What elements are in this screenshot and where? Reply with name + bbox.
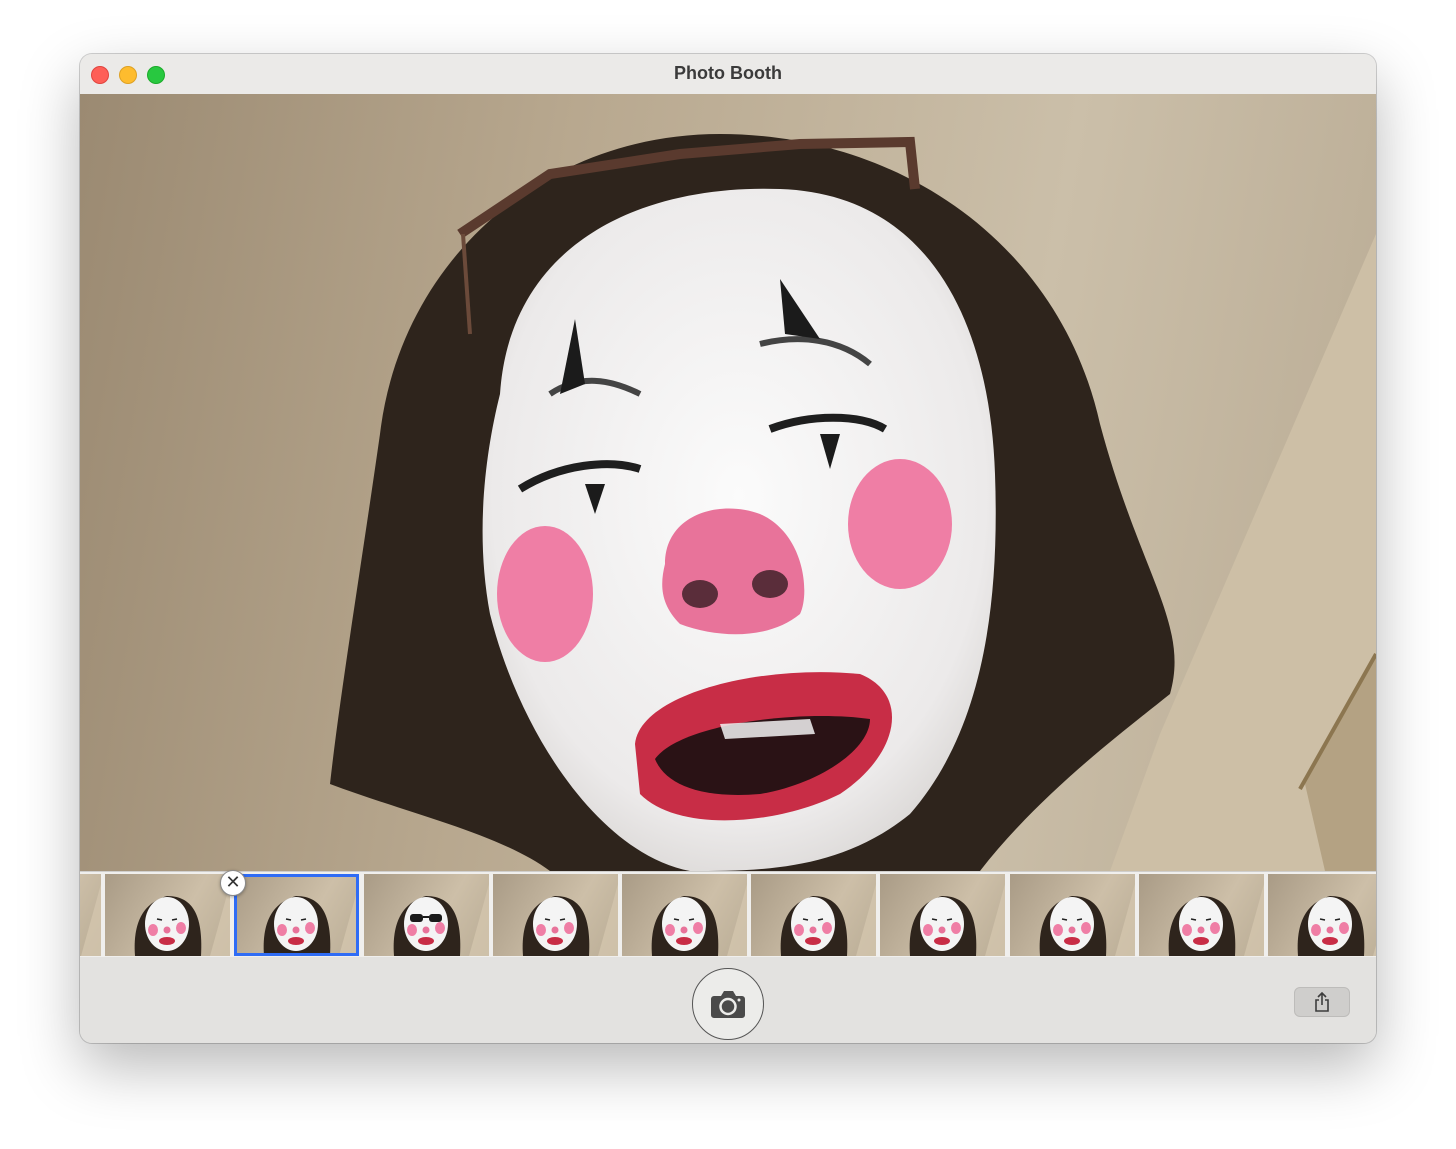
thumbnail-image [1168,884,1264,956]
thumbnail-image [522,884,618,956]
delete-photo-button[interactable]: ✕ [220,870,246,896]
thumbnail-image [393,884,489,956]
thumbnail-image [909,884,1005,956]
thumbnail-image [263,884,359,956]
filmstrip [80,871,1376,958]
take-photo-button[interactable] [692,968,764,1040]
title-bar: Photo Booth [80,54,1376,95]
filmstrip-thumbnail[interactable] [493,874,618,956]
thumbnail-image [651,884,747,956]
window-title: Photo Booth [674,63,782,83]
filmstrip-thumbnail[interactable] [234,874,359,956]
thumbnail-image [1039,884,1135,956]
filmstrip-thumbnail[interactable] [364,874,489,956]
thumbnail-image [134,884,230,956]
filmstrip-thumbnail[interactable] [105,874,230,956]
thumbnail-image [1297,896,1376,956]
filmstrip-thumbnail[interactable] [880,874,1005,956]
filmstrip-thumbnail[interactable] [622,874,747,956]
bottom-toolbar [80,957,1376,1043]
filmstrip-thumbnail[interactable] [1010,874,1135,956]
filmstrip-thumbnail[interactable] [751,874,876,956]
thumbnail-image [780,884,876,956]
filmstrip-thumbnail[interactable] [1139,874,1264,956]
thumbnail-image [81,884,101,956]
camera-preview [80,94,1376,871]
share-button[interactable] [1294,987,1350,1017]
camera-icon [711,991,745,1018]
share-icon [1315,991,1329,1012]
filmstrip-thumbnail[interactable] [1268,874,1376,956]
filmstrip-thumbnail[interactable] [80,874,101,956]
photo-booth-window: Photo Booth ✕ [80,54,1376,1043]
